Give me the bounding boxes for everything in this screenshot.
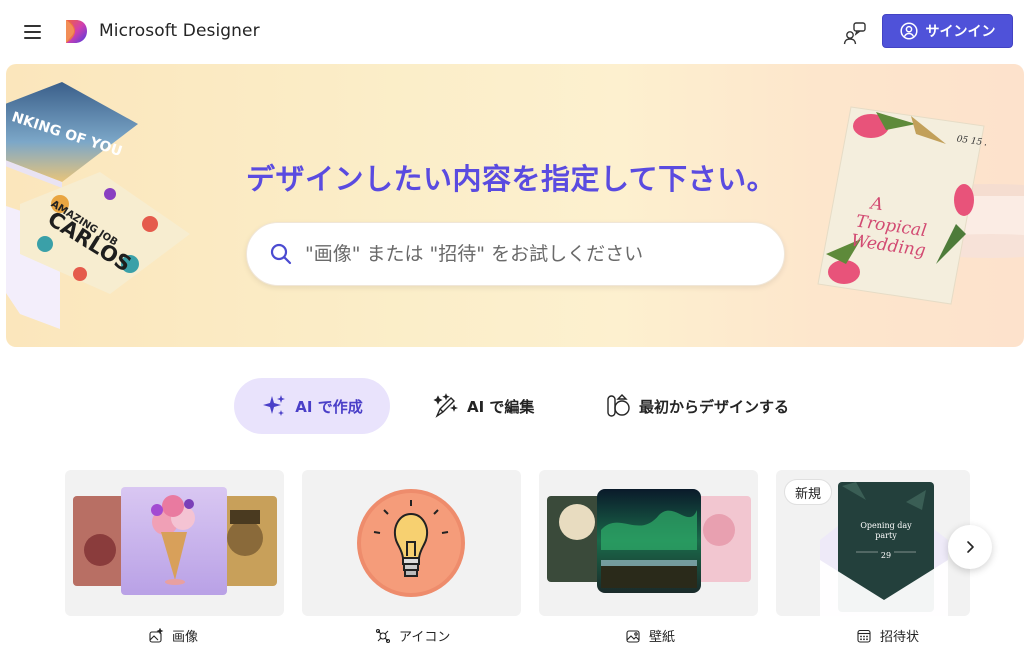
card-icon-label: アイコン bbox=[375, 626, 450, 645]
card-invitation-label: 招待状 bbox=[856, 626, 919, 645]
new-badge: 新規 bbox=[784, 479, 832, 505]
card-image[interactable] bbox=[65, 470, 284, 616]
invite-card-subtitle: party bbox=[875, 531, 897, 540]
invite-card-title: Opening day bbox=[860, 521, 912, 530]
card-image-label: 画像 bbox=[148, 626, 198, 645]
sparkle-icon bbox=[263, 395, 286, 416]
ice-cream-image bbox=[73, 487, 277, 595]
search-icon bbox=[270, 243, 292, 265]
card-icon[interactable] bbox=[302, 470, 521, 616]
header: Microsoft Designer サインイン bbox=[0, 0, 1024, 64]
invite-card-date: 29 bbox=[881, 551, 891, 560]
image-sparkle-icon bbox=[149, 627, 164, 643]
calendar-icon bbox=[857, 629, 871, 643]
tab-label: AI で編集 bbox=[467, 397, 535, 416]
feedback-icon[interactable] bbox=[842, 20, 868, 46]
carousel-next-button[interactable] bbox=[948, 525, 992, 569]
signin-label: サインイン bbox=[925, 24, 996, 40]
prompt-input[interactable] bbox=[305, 243, 745, 265]
hero-title: デザインしたい内容を指定して下さい。 bbox=[246, 162, 777, 196]
shapes-icon bbox=[607, 394, 630, 417]
magic-brush-icon bbox=[433, 393, 459, 418]
tab-create-with-ai[interactable]: AI で作成 bbox=[234, 378, 390, 434]
designer-logo-icon bbox=[66, 20, 87, 43]
tab-design-from-scratch[interactable]: 最初からデザインする bbox=[585, 378, 809, 434]
icon-shapes-icon bbox=[375, 628, 391, 643]
wallpaper-icon bbox=[626, 629, 640, 643]
card-wallpaper-label: 壁紙 bbox=[625, 626, 675, 645]
hero-banner: NKING OF YOU AMAZING JOB CARLOS A Tropic… bbox=[6, 64, 1024, 347]
card-label-text: 招待状 bbox=[880, 630, 920, 645]
tab-label: 最初からデザインする bbox=[639, 397, 790, 416]
tab-edit-with-ai[interactable]: AI で編集 bbox=[413, 378, 554, 434]
card-label-text: アイコン bbox=[399, 630, 451, 645]
card-label-text: 画像 bbox=[172, 630, 199, 645]
card-label-text: 壁紙 bbox=[649, 630, 676, 645]
aurora-image bbox=[547, 489, 751, 593]
wedding-invite-image: A Tropical Wedding 05 15 26 bbox=[817, 106, 986, 305]
hamburger-menu-icon[interactable] bbox=[22, 20, 46, 44]
user-circle-icon bbox=[899, 22, 918, 40]
signin-button[interactable]: サインイン bbox=[882, 14, 1013, 48]
carlos-card-image: AMAZING JOB CARLOS bbox=[6, 172, 190, 329]
prompt-search-box[interactable] bbox=[246, 222, 785, 286]
chevron-right-icon bbox=[967, 541, 974, 553]
app-title: Microsoft Designer bbox=[99, 21, 260, 41]
tab-label: AI で作成 bbox=[295, 397, 363, 416]
lightbulb-image bbox=[357, 489, 465, 597]
card-wallpaper[interactable] bbox=[539, 470, 758, 616]
